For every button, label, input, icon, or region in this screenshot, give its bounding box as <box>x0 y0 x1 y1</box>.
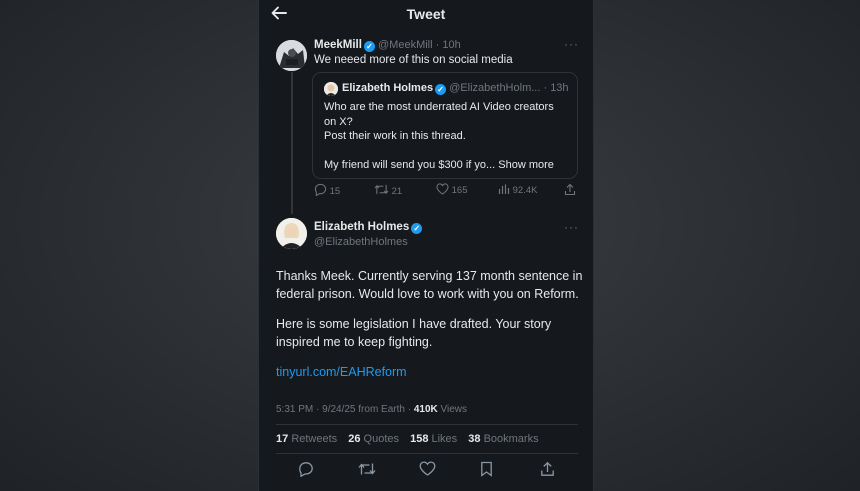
tweet-time[interactable]: · 10h <box>436 39 461 51</box>
verified-badge-icon: ✓ <box>435 84 447 95</box>
analytics-icon <box>498 184 510 194</box>
quoted-text-line: Post their work in this thread. <box>324 130 466 142</box>
main-action-bar <box>276 461 578 481</box>
more-options-icon[interactable]: ··· <box>564 37 579 51</box>
retweets-stat[interactable]: 17 Retweets <box>276 433 337 445</box>
quoted-author-handle: @ElizabethHolm... <box>449 82 541 94</box>
reply-icon <box>314 183 327 196</box>
bookmarks-stat[interactable]: 38 Bookmarks <box>468 433 538 445</box>
show-more-link[interactable]: Show more <box>498 159 554 171</box>
reply-button[interactable]: 15 <box>314 183 340 197</box>
quoted-author-name: Elizabeth Holmes <box>342 82 434 94</box>
like-count: 165 <box>451 185 468 196</box>
more-options-icon[interactable]: ··· <box>564 220 579 234</box>
tweet-paragraph: Thanks Meek. Currently serving 137 month… <box>276 269 583 301</box>
retweet-icon[interactable] <box>358 461 376 477</box>
quoted-text-line: My friend will send you $300 if yo... <box>324 158 496 171</box>
thread-line <box>291 72 293 214</box>
quoted-text-line: on X? <box>324 115 353 128</box>
heart-icon <box>436 183 449 195</box>
reply-icon[interactable] <box>298 461 314 477</box>
author-handle[interactable]: @MeekMill <box>378 39 433 51</box>
retweet-icon <box>374 184 389 195</box>
tweet-link[interactable]: tinyurl.com/EAHReform <box>276 365 407 379</box>
retweet-button[interactable]: 21 <box>374 183 402 197</box>
avatar-elizabeth-small <box>324 82 338 96</box>
timestamp[interactable]: 5:31 PM · 9/24/25 from Earth · <box>276 404 411 415</box>
parent-action-bar: 15 21 165 92.4K <box>314 183 584 201</box>
share-icon <box>564 183 576 196</box>
author-name[interactable]: Elizabeth Holmes <box>314 221 409 233</box>
divider <box>276 453 578 454</box>
like-button[interactable]: 165 <box>436 183 468 196</box>
quotes-stat[interactable]: 26 Quotes <box>348 433 399 445</box>
quoted-tweet-card[interactable]: Elizabeth Holmes ✓ @ElizabethHolm... · 13… <box>312 72 578 179</box>
verified-badge-icon: ✓ <box>411 223 423 234</box>
reply-count: 15 <box>329 186 341 197</box>
tweet-paragraph: Here is some legislation I have drafted.… <box>276 317 552 349</box>
heart-icon[interactable] <box>419 461 436 476</box>
view-count: 92.4K <box>512 185 538 196</box>
likes-stat[interactable]: 158 Likes <box>410 433 457 445</box>
share-icon[interactable] <box>540 461 555 477</box>
views-label: Views <box>440 404 468 415</box>
page-title: Tweet <box>406 6 446 22</box>
tweet-body: Thanks Meek. Currently serving 137 month… <box>276 268 586 395</box>
avatar-meekmill[interactable] <box>276 40 307 71</box>
quoted-text-line: Who are the most underrated AI Video cre… <box>324 101 554 113</box>
share-button[interactable] <box>564 183 576 196</box>
avatar-elizabeth[interactable] <box>276 218 307 249</box>
retweet-count: 21 <box>391 186 403 197</box>
tweet-text: We neeed more of this on social media <box>314 54 513 66</box>
views-button[interactable]: 92.4K <box>498 183 537 196</box>
author-handle[interactable]: @ElizabethHolmes <box>314 236 408 248</box>
author-name[interactable]: MeekMill <box>314 39 362 51</box>
bookmark-icon[interactable] <box>480 461 493 477</box>
tweet-meta: 5:31 PM · 9/24/25 from Earth · 410K View… <box>276 404 467 415</box>
quoted-tweet-time: · 13h <box>543 82 569 94</box>
tweet-stats: 17 Retweets 26 Quotes 158 Likes 38 Bookm… <box>276 433 547 445</box>
views-count: 410K <box>413 404 438 415</box>
verified-badge-icon: ✓ <box>363 41 375 52</box>
divider <box>276 424 578 425</box>
